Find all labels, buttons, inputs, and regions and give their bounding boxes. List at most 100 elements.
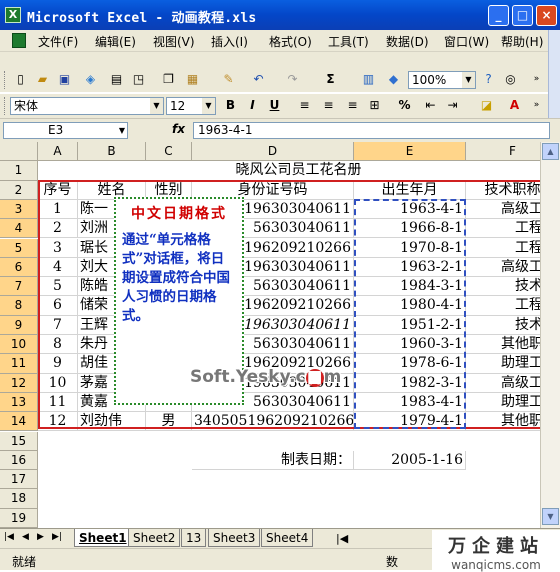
format-painter-icon[interactable]: ✎	[220, 71, 237, 88]
table-cell[interactable]: 3	[38, 238, 78, 258]
tab-sheet2[interactable]: Sheet2	[128, 529, 181, 547]
drawing-icon[interactable]: ◆	[385, 71, 402, 88]
toolbar-options-icon[interactable]: »	[528, 71, 545, 88]
row-header-8[interactable]: 8	[0, 296, 38, 316]
open-icon[interactable]: ▰	[34, 71, 51, 88]
table-cell[interactable]: 4	[38, 257, 78, 278]
row-header-5[interactable]: 5	[0, 238, 38, 258]
menu-data[interactable]: 数据(D)	[386, 33, 429, 50]
scroll-up-icon[interactable]: ▲	[542, 143, 559, 160]
decrease-indent-icon[interactable]: ⇤	[422, 97, 439, 114]
minimize-button[interactable]: _	[488, 5, 509, 26]
row-header-16[interactable]: 16	[0, 450, 38, 471]
column-header-c[interactable]: C	[146, 142, 192, 161]
align-center-icon[interactable]: ≡	[320, 97, 337, 114]
table-cell[interactable]: 1	[38, 199, 78, 220]
row-header-14[interactable]: 14	[0, 412, 38, 432]
next-sheet-icon[interactable]: ▶	[37, 532, 44, 542]
increase-indent-icon[interactable]: ⇥	[444, 97, 461, 114]
autosum-icon[interactable]: Σ	[322, 71, 339, 88]
menu-format[interactable]: 格式(O)	[269, 33, 312, 50]
column-header-a[interactable]: A	[38, 142, 78, 161]
tab-split-handle[interactable]: |◀	[336, 532, 348, 545]
row-header-18[interactable]: 18	[0, 489, 38, 509]
tab-sheet3[interactable]: Sheet3	[208, 529, 261, 547]
scroll-down-icon[interactable]: ▼	[542, 508, 559, 525]
save-icon[interactable]: ▣	[56, 71, 73, 88]
table-cell[interactable]: 男	[146, 412, 192, 432]
row-header-1[interactable]: 1	[0, 161, 38, 181]
toolbar-options-icon[interactable]: »	[528, 97, 545, 114]
table-cell[interactable]: 1983-4-1	[354, 392, 466, 413]
paste-icon[interactable]: ▦	[184, 71, 201, 88]
column-header-e[interactable]: E	[354, 142, 466, 161]
table-cell[interactable]: 1963-2-1	[354, 257, 466, 278]
underline-button[interactable]: U	[266, 97, 283, 114]
tab-13[interactable]: 13	[181, 529, 207, 547]
table-cell[interactable]: 1966-8-1	[354, 219, 466, 239]
table-cell[interactable]: 1978-6-1	[354, 354, 466, 374]
name-box[interactable]: E3 ▼	[3, 122, 128, 139]
last-sheet-icon[interactable]: ▶|	[52, 532, 62, 542]
header-cell[interactable]: 序号	[38, 180, 78, 200]
tab-sheet4[interactable]: Sheet4	[261, 529, 314, 547]
vertical-scrollbar[interactable]: ▲ ▼	[540, 142, 560, 528]
redo-icon[interactable]: ↷	[284, 71, 301, 88]
align-right-icon[interactable]: ≡	[344, 97, 361, 114]
percent-button[interactable]: %	[396, 97, 413, 114]
undo-icon[interactable]: ↶	[250, 71, 267, 88]
menu-view[interactable]: 视图(V)	[153, 33, 195, 50]
table-cell[interactable]: 8	[38, 335, 78, 355]
sheet-title-cell[interactable]: 晓风公司员工花名册	[38, 161, 560, 181]
row-header-11[interactable]: 11	[0, 354, 38, 374]
table-cell[interactable]: 1982-3-1	[354, 373, 466, 393]
zoom-select[interactable]: 100% ▼	[408, 71, 476, 89]
print-icon[interactable]: ▤	[108, 71, 125, 88]
row-header-7[interactable]: 7	[0, 277, 38, 297]
table-cell[interactable]: 1951-2-1	[354, 315, 466, 335]
row-header-17[interactable]: 17	[0, 470, 38, 490]
column-header-b[interactable]: B	[78, 142, 146, 161]
chart-wizard-icon[interactable]: ▥	[360, 71, 377, 88]
copy-icon[interactable]: ❐	[160, 71, 177, 88]
table-cell[interactable]: 1984-3-1	[354, 277, 466, 297]
table-cell[interactable]: 11	[38, 392, 78, 413]
table-cell[interactable]: 7	[38, 315, 78, 335]
font-size-select[interactable]: 12 ▼	[166, 97, 216, 115]
close-button[interactable]: ×	[536, 5, 557, 26]
table-cell[interactable]: 2	[38, 219, 78, 239]
menu-insert[interactable]: 插入(I)	[211, 33, 248, 50]
row-header-12[interactable]: 12	[0, 373, 38, 393]
row-header-2[interactable]: 2	[0, 180, 38, 200]
table-cell[interactable]: 刘劲伟	[78, 412, 146, 432]
menu-window[interactable]: 窗口(W)	[444, 33, 489, 50]
row-header-6[interactable]: 6	[0, 257, 38, 278]
row-header-10[interactable]: 10	[0, 335, 38, 355]
research-icon[interactable]: ◎	[502, 71, 519, 88]
worksheet-grid[interactable]: ABCDEF 1234567891011121314151617181920 晓…	[0, 142, 560, 528]
table-cell[interactable]: 1980-4-1	[354, 296, 466, 316]
menu-help[interactable]: 帮助(H)	[501, 33, 543, 50]
table-cell[interactable]: 10	[38, 373, 78, 393]
table-cell[interactable]: 5	[38, 277, 78, 297]
print-preview-icon[interactable]: ◳	[130, 71, 147, 88]
table-cell[interactable]: 340505196209210266	[192, 412, 354, 432]
row-header-4[interactable]: 4	[0, 219, 38, 239]
maximize-button[interactable]: □	[512, 5, 533, 26]
table-cell[interactable]: 1963-4-1	[354, 199, 466, 220]
row-header-3[interactable]: 3	[0, 199, 38, 220]
table-cell[interactable]: 6	[38, 296, 78, 316]
font-select[interactable]: 宋体 ▼	[10, 97, 164, 115]
first-sheet-icon[interactable]: |◀	[4, 532, 14, 542]
table-cell[interactable]: 1960-3-1	[354, 335, 466, 355]
menu-file[interactable]: 文件(F)	[38, 33, 78, 50]
table-cell[interactable]: 9	[38, 354, 78, 374]
row-header-9[interactable]: 9	[0, 315, 38, 335]
italic-button[interactable]: I	[244, 97, 261, 114]
menu-edit[interactable]: 编辑(E)	[95, 33, 136, 50]
row-header-15[interactable]: 15	[0, 431, 38, 451]
prev-sheet-icon[interactable]: ◀	[22, 532, 29, 542]
align-left-icon[interactable]: ≡	[296, 97, 313, 114]
bold-button[interactable]: B	[222, 97, 239, 114]
row-header-19[interactable]: 19	[0, 508, 38, 528]
